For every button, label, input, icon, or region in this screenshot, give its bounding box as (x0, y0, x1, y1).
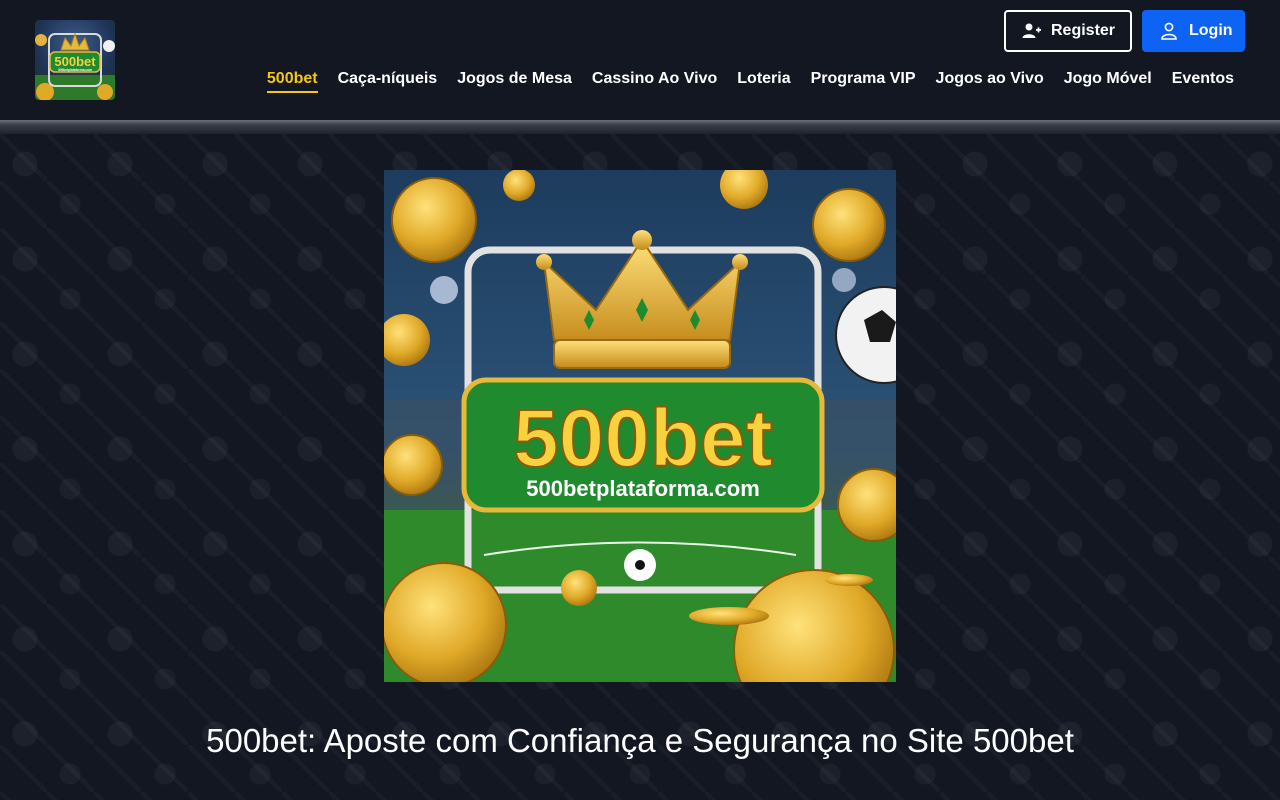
user-plus-icon (1021, 21, 1041, 41)
hero-banner-image: 500bet 500betplataforma.com (384, 170, 896, 682)
logo-subtext: 500betplataforma.com (58, 68, 92, 72)
user-icon (1159, 21, 1179, 41)
hero-domain-text: 500betplataforma.com (526, 476, 760, 501)
nav-item-caca-niqueis[interactable]: Caça-níqueis (338, 70, 438, 93)
nav-item-programa-vip[interactable]: Programa VIP (811, 70, 916, 93)
nav-item-eventos[interactable]: Eventos (1172, 70, 1234, 93)
site-header: 500bet 500betplataforma.com Register Log… (0, 0, 1280, 120)
register-button[interactable]: Register (1004, 10, 1132, 52)
page-title: 500bet: Aposte com Confiança e Segurança… (206, 722, 1074, 759)
register-label: Register (1051, 22, 1116, 39)
hero-brand-text: 500bet (513, 393, 773, 484)
nav-item-jogos-ao-vivo[interactable]: Jogos ao Vivo (936, 70, 1044, 93)
logo-text: 500bet (54, 54, 96, 69)
login-label: Login (1189, 22, 1233, 39)
nav-item-jogo-movel[interactable]: Jogo Móvel (1064, 70, 1152, 93)
login-button[interactable]: Login (1142, 10, 1245, 52)
nav-item-cassino-ao-vivo[interactable]: Cassino Ao Vivo (592, 70, 717, 93)
logo-graphic: 500bet 500betplataforma.com (35, 32, 115, 100)
nav-item-jogos-de-mesa[interactable]: Jogos de Mesa (457, 70, 572, 93)
nav-item-loteria[interactable]: Loteria (737, 70, 790, 93)
site-logo[interactable]: 500bet 500betplataforma.com (35, 20, 115, 100)
auth-buttons: Register Login (1004, 10, 1245, 52)
main-nav: 500bet Caça-níqueis Jogos de Mesa Cassin… (266, 70, 1234, 93)
nav-item-500bet[interactable]: 500bet (266, 70, 318, 93)
header-divider (0, 120, 1280, 134)
